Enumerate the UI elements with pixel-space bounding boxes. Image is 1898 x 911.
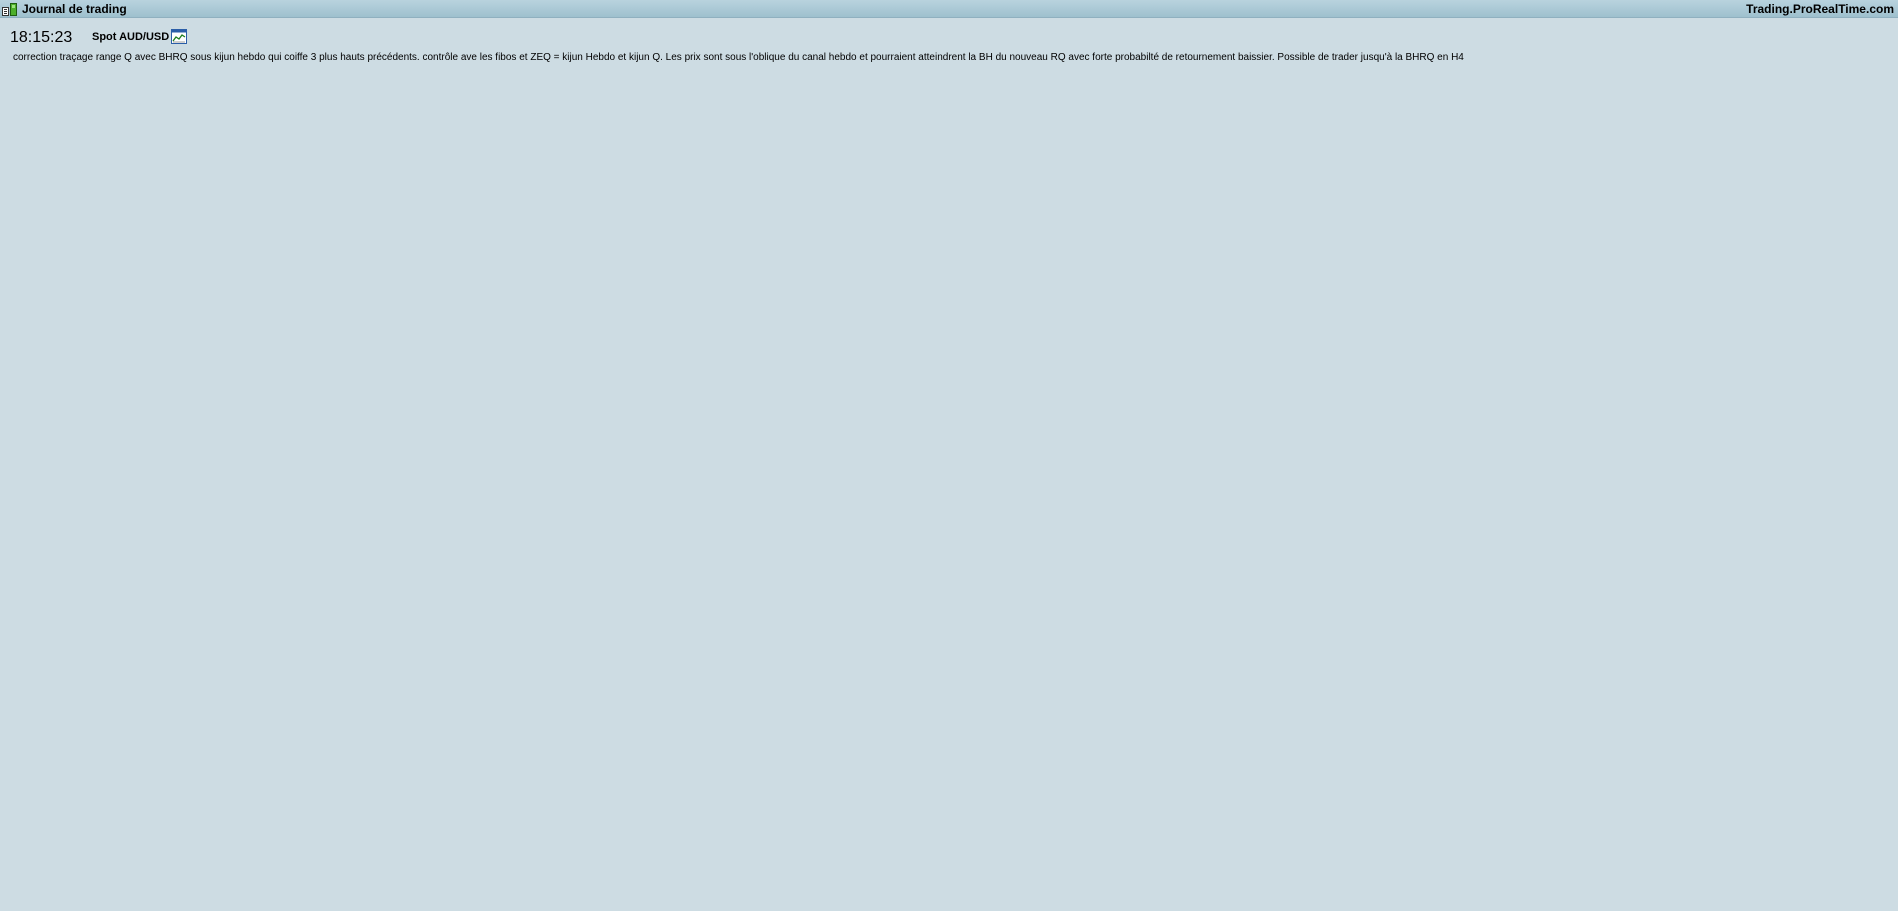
window-title: Journal de trading — [22, 2, 127, 16]
entry-note: correction traçage range Q avec BHRQ sou… — [13, 52, 1464, 63]
chart-icon[interactable] — [171, 29, 187, 44]
journal-icon — [2, 3, 17, 16]
title-bar: Journal de trading Trading.ProRealTime.c… — [0, 0, 1898, 18]
entry-time: 18:15:23 — [10, 29, 73, 46]
entry-instrument: Spot AUD/USD — [92, 31, 170, 43]
site-link[interactable]: Trading.ProRealTime.com — [1746, 3, 1894, 16]
